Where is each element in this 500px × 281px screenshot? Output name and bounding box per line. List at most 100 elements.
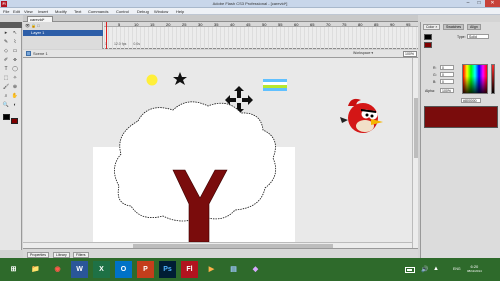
r-label: R: <box>433 66 437 70</box>
maximize-button[interactable]: □ <box>474 0 484 7</box>
line-tool-icon[interactable]: ⌯ <box>11 57 19 64</box>
app-icon[interactable]: ◆ <box>247 261 264 278</box>
options-tool-icon[interactable]: ◐ <box>11 102 19 109</box>
photoshop-icon[interactable]: Ps <box>159 261 176 278</box>
g-field[interactable]: 0 <box>440 72 454 77</box>
excel-icon[interactable]: X <box>93 261 110 278</box>
type-select[interactable]: Solid <box>467 34 489 39</box>
eyedropper-tool-icon[interactable]: ⊕ <box>11 84 19 91</box>
language-indicator[interactable]: ENG <box>453 267 461 271</box>
menu-text[interactable]: Text <box>74 9 81 14</box>
stage-area[interactable] <box>23 58 412 242</box>
rectangle-tool-icon[interactable]: ▭ <box>11 48 19 55</box>
close-button[interactable]: ✕ <box>485 0 500 7</box>
stage-artwork <box>114 72 383 242</box>
timeline-layers: 👁 🔒 □ Layer 1 <box>23 22 103 49</box>
menu-bar: File Edit View Insert Modify Text Comman… <box>0 8 500 15</box>
scene-label[interactable]: Scene 1 <box>33 51 48 56</box>
system-tray: 🔊 ▲ ENG 6:20 08/11/2014 <box>395 261 485 278</box>
color-preview <box>424 106 498 128</box>
timeline-ruler[interactable]: 5 10 15 20 25 30 35 40 45 50 55 60 65 70… <box>104 22 418 27</box>
tab-swatches[interactable]: Swatches <box>443 24 465 30</box>
subselection-tool-icon[interactable]: ↖ <box>11 30 19 37</box>
text-tool-icon[interactable]: T <box>2 66 10 73</box>
files-icon[interactable]: ▤ <box>225 261 242 278</box>
layer-name: Layer 1 <box>31 30 45 35</box>
menu-window[interactable]: Window <box>154 9 168 14</box>
vertical-scroll-thumb[interactable] <box>414 98 418 158</box>
workspace-menu[interactable]: Workspace ▾ <box>353 51 373 55</box>
timeline-status: 1 12.0 fps 0.0s <box>105 42 140 46</box>
frame-number: 20 <box>166 22 171 27</box>
outlook-icon[interactable]: O <box>115 261 132 278</box>
chrome-icon[interactable]: ◉ <box>49 261 66 278</box>
frame-number: 85 <box>374 22 379 27</box>
panel-stroke-swatch[interactable] <box>424 34 432 40</box>
flash-taskbar-icon[interactable]: Fl <box>181 261 198 278</box>
menu-commands[interactable]: Commands <box>88 9 108 14</box>
menu-edit[interactable]: Edit <box>13 9 20 14</box>
angry-bird-image[interactable] <box>340 98 383 133</box>
alpha-field[interactable]: 100% <box>440 88 454 93</box>
powerpoint-icon[interactable]: P <box>137 261 154 278</box>
menu-modify[interactable]: Modify <box>55 9 67 14</box>
menu-help[interactable]: Help <box>176 9 184 14</box>
frame-number: 35 <box>214 22 219 27</box>
tools-panel: ▸ ↖ ✎ ⌇ ◇ ▭ ✐ ⌯ T ◯ ⬚ ✧ 🖌 ⊕ ⌕ ✋ 🔍 ◐ <box>0 22 22 250</box>
frame-rate: 12.0 fps <box>113 42 127 46</box>
frame-number: 95 <box>406 22 411 27</box>
zoom-tool-icon[interactable]: 🔍 <box>2 102 10 109</box>
tab-align[interactable]: Align <box>467 24 481 30</box>
menu-view[interactable]: View <box>24 9 33 14</box>
menu-control[interactable]: Control <box>116 9 129 14</box>
zoom-select[interactable]: 100% <box>403 51 417 57</box>
color-spectrum[interactable] <box>462 64 488 94</box>
stroke-color-swatch[interactable] <box>3 114 10 120</box>
menu-insert[interactable]: Insert <box>38 9 48 14</box>
document-tab-strip: carevid* <box>23 15 418 22</box>
gradient-swatch-shape[interactable] <box>263 79 287 91</box>
eraser-tool-icon[interactable]: ⌕ <box>2 93 10 100</box>
media-player-icon[interactable]: ▶ <box>203 261 220 278</box>
r-field[interactable]: 0 <box>440 65 454 70</box>
selection-tool-icon[interactable]: ▸ <box>2 30 10 37</box>
paint-bucket-tool-icon[interactable]: 🖌 <box>2 84 10 91</box>
lasso-tool-icon[interactable]: ⌇ <box>11 39 19 46</box>
hand-tool-icon[interactable]: ✋ <box>11 93 19 100</box>
oval-tool-icon[interactable]: ◯ <box>11 66 19 73</box>
network-icon[interactable]: ▲ <box>433 266 439 272</box>
explorer-icon[interactable]: 📁 <box>27 261 44 278</box>
brush-tool-icon[interactable]: ✧ <box>11 75 19 82</box>
menu-debug[interactable]: Debug <box>137 9 149 14</box>
star-shape[interactable] <box>173 72 187 85</box>
word-icon[interactable]: W <box>71 261 88 278</box>
b-field[interactable]: 0 <box>440 79 454 84</box>
taskbar: ⊞ 📁 ◉ W X O P Ps Fl ▶ ▤ ◆ 🔊 ▲ ENG 6:20 0… <box>0 258 500 281</box>
layer-row[interactable]: Layer 1 <box>23 30 103 36</box>
elapsed-time: 0.0s <box>133 42 141 46</box>
pen-tool-icon[interactable]: ◇ <box>2 48 10 55</box>
brightness-slider[interactable] <box>491 64 495 94</box>
battery-icon[interactable] <box>405 267 415 273</box>
hex-field[interactable]: #800000 <box>461 98 481 103</box>
ink-bottle-tool-icon[interactable]: ⬚ <box>2 75 10 82</box>
panel-fill-swatch[interactable] <box>424 42 432 48</box>
tab-color[interactable]: Color × <box>423 24 441 30</box>
sun-shape[interactable] <box>146 74 158 86</box>
frame-number: 70 <box>326 22 331 27</box>
frame-number: 25 <box>182 22 187 27</box>
frame-number: 55 <box>278 22 283 27</box>
color-panel: Color × Swatches Align Type: Solid R: 0 … <box>420 22 500 258</box>
free-transform-tool-icon[interactable]: ✎ <box>2 39 10 46</box>
frame-number: 65 <box>310 22 315 27</box>
menu-file[interactable]: File <box>3 9 9 14</box>
fill-color-swatch[interactable] <box>11 118 18 124</box>
clock[interactable]: 6:20 08/11/2014 <box>467 264 482 273</box>
pencil-tool-icon[interactable]: ✐ <box>2 57 10 64</box>
minimize-button[interactable]: – <box>463 0 473 7</box>
vertical-scrollbar[interactable] <box>412 58 418 248</box>
volume-icon[interactable]: 🔊 <box>421 266 428 273</box>
alpha-label: Alpha: <box>425 89 435 93</box>
start-button-icon[interactable]: ⊞ <box>5 261 22 278</box>
g-label: G: <box>433 73 437 77</box>
